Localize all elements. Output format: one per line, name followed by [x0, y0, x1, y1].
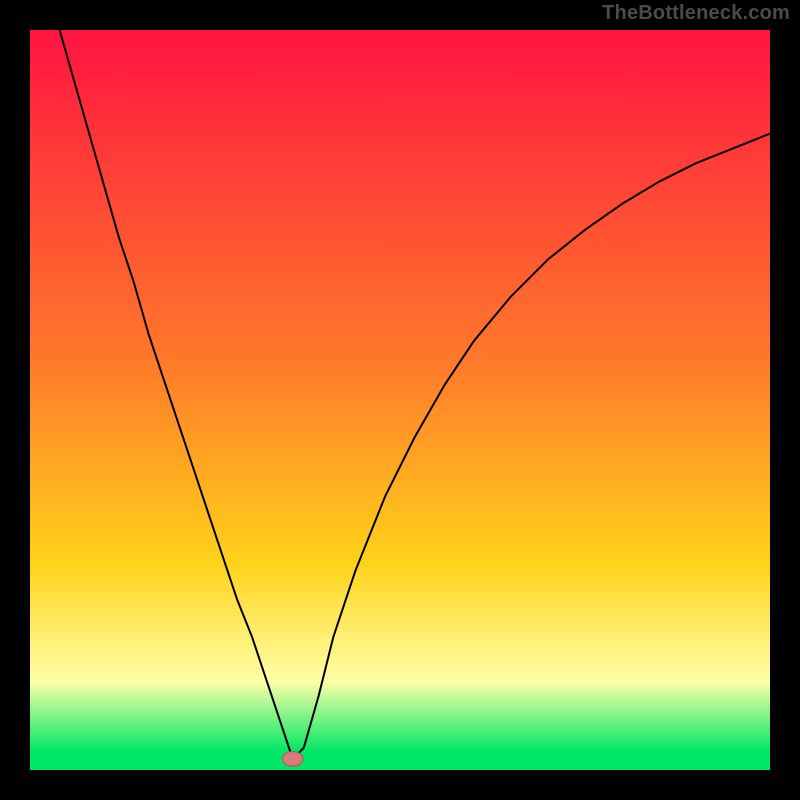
gradient-background	[30, 30, 770, 770]
optimal-point-marker	[282, 752, 303, 767]
bottleneck-chart	[30, 30, 770, 770]
watermark-text: TheBottleneck.com	[602, 2, 790, 25]
chart-frame: TheBottleneck.com	[0, 0, 800, 800]
plot-area	[30, 30, 770, 770]
